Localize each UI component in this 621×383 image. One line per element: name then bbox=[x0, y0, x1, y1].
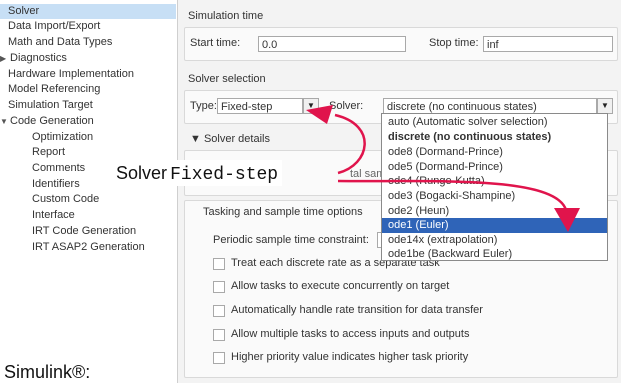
checkbox-label: Allow tasks to execute concurrently on t… bbox=[231, 280, 450, 292]
type-label: Type: bbox=[190, 100, 217, 112]
solver-option[interactable]: ode4 (Runge-Kutta) bbox=[382, 174, 607, 189]
nav-item-model-referencing[interactable]: Model Referencing bbox=[8, 82, 100, 97]
solver-option[interactable]: ode8 (Dormand-Prince) bbox=[382, 145, 607, 160]
solver-option[interactable]: ode2 (Heun) bbox=[382, 204, 607, 219]
nav-item-label: Custom Code bbox=[32, 193, 100, 205]
solver-select[interactable]: discrete (no continuous states) bbox=[383, 98, 597, 114]
nav-item-label: IRT ASAP2 Generation bbox=[32, 241, 145, 253]
start-time-input[interactable]: 0.0 bbox=[258, 36, 406, 52]
nav-item-label: Math and Data Types bbox=[8, 36, 113, 48]
solver-label: Solver: bbox=[329, 100, 364, 112]
nav-item-data-import-export[interactable]: Data Import/Export bbox=[8, 19, 100, 34]
nav-item-label: Comments bbox=[32, 162, 86, 174]
nav-item-label: Model Referencing bbox=[8, 83, 101, 95]
nav-item-comments[interactable]: Comments bbox=[32, 161, 85, 176]
chevron-down-icon[interactable]: ▼ bbox=[303, 98, 319, 114]
solver-option[interactable]: ode3 (Bogacki-Shampine) bbox=[382, 189, 607, 204]
nav-item-optimization[interactable]: Optimization bbox=[32, 130, 93, 145]
checkbox[interactable] bbox=[213, 281, 225, 293]
nav-item-label: Optimization bbox=[32, 131, 94, 143]
product-name: Simulink®: bbox=[4, 361, 93, 383]
nav-item-irt-code-generation[interactable]: IRT Code Generation bbox=[32, 224, 136, 239]
solver-details-toggle[interactable]: ▼ Solver details bbox=[190, 133, 270, 145]
nav-item-diagnostics[interactable]: ▶ Diagnostics bbox=[0, 51, 67, 66]
solver-type-select[interactable]: Fixed-step bbox=[217, 98, 303, 114]
collapse-arrow-icon[interactable]: ▼ bbox=[0, 114, 10, 129]
annotation-label: Solver Fixed-step bbox=[116, 160, 283, 186]
annotation-code: Fixed-step bbox=[170, 165, 279, 185]
nav-item-math-data-types[interactable]: Math and Data Types bbox=[8, 35, 112, 50]
checkbox-label: Allow multiple tasks to access inputs an… bbox=[231, 328, 470, 340]
nav-item-label: Solver bbox=[8, 5, 40, 17]
simulation-time-panel: Start time: 0.0 Stop time: inf bbox=[184, 27, 618, 61]
checkbox[interactable] bbox=[213, 329, 225, 341]
solver-selection-title: Solver selection bbox=[188, 73, 266, 85]
nav-item-label: Simulation Target bbox=[8, 99, 93, 111]
chevron-down-icon[interactable]: ▼ bbox=[597, 98, 613, 114]
solver-option[interactable]: ode14x (extrapolation) bbox=[382, 233, 607, 248]
periodic-constraint-label: Periodic sample time constraint: bbox=[213, 234, 369, 246]
nav-item-interface[interactable]: Interface bbox=[32, 208, 75, 223]
nav-item-code-generation[interactable]: ▼ Code Generation bbox=[0, 114, 94, 129]
solver-option-current[interactable]: discrete (no continuous states) bbox=[382, 130, 607, 145]
nav-item-irt-asap2-generation[interactable]: IRT ASAP2 Generation bbox=[32, 240, 145, 255]
nav-item-label: Diagnostics bbox=[10, 52, 67, 64]
nav-item-label: Report bbox=[32, 146, 66, 158]
nav-item-simulation-target[interactable]: Simulation Target bbox=[8, 98, 93, 113]
nav-item-hardware-implementation[interactable]: Hardware Implementation bbox=[8, 67, 134, 82]
nav-item-identifiers[interactable]: Identifiers bbox=[32, 177, 80, 192]
checkbox[interactable] bbox=[213, 352, 225, 364]
solver-option[interactable]: ode5 (Dormand-Prince) bbox=[382, 160, 607, 175]
solver-option-highlighted[interactable]: ode1 (Euler) bbox=[382, 218, 607, 233]
checkbox[interactable] bbox=[213, 258, 225, 270]
checkbox-label: Automatically handle rate transition for… bbox=[231, 304, 483, 316]
solver-dropdown-list[interactable]: auto (Automatic solver selection) discre… bbox=[381, 113, 608, 261]
nav-item-solver[interactable]: Solver bbox=[0, 4, 176, 19]
expand-arrow-icon[interactable]: ▶ bbox=[0, 51, 10, 66]
nav-item-label: Hardware Implementation bbox=[8, 68, 134, 80]
solver-option[interactable]: auto (Automatic solver selection) bbox=[382, 115, 607, 130]
nav-item-label: Code Generation bbox=[10, 115, 94, 127]
nav-item-label: Interface bbox=[32, 209, 75, 221]
nav-item-label: Data Import/Export bbox=[8, 20, 101, 32]
stop-time-input[interactable]: inf bbox=[483, 36, 613, 52]
stop-time-label: Stop time: bbox=[429, 37, 479, 49]
annotation-word: Solver bbox=[116, 163, 168, 183]
nav-tree: Solver Data Import/Export Math and Data … bbox=[0, 0, 178, 383]
tasking-title: Tasking and sample time options bbox=[203, 206, 363, 218]
nav-item-report[interactable]: Report bbox=[32, 145, 65, 160]
nav-item-label: Identifiers bbox=[32, 178, 80, 190]
checkbox-label: Higher priority value indicates higher t… bbox=[231, 351, 469, 363]
solver-option[interactable]: ode1be (Backward Euler) bbox=[382, 247, 607, 262]
nav-item-custom-code[interactable]: Custom Code bbox=[32, 192, 99, 207]
start-time-label: Start time: bbox=[190, 37, 241, 49]
simulation-time-title: Simulation time bbox=[188, 10, 264, 22]
nav-item-label: IRT Code Generation bbox=[32, 225, 137, 237]
checkbox[interactable] bbox=[213, 305, 225, 317]
